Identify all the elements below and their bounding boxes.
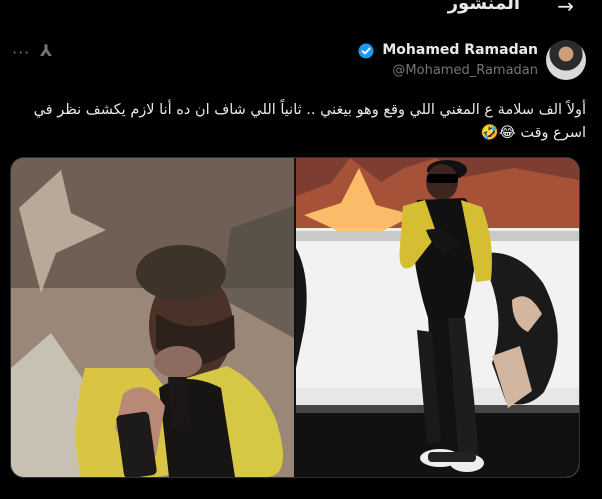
bottom-strip [0,488,602,499]
concert-photo-stage[interactable] [296,158,579,477]
post-text: أولاً الف سلامة ع المغني اللي وقع وهو بي… [33,102,586,141]
author-handle[interactable]: @Mohamed_Ramadan [392,63,538,78]
page-title: المنشور [447,0,520,14]
verified-badge-icon [358,43,374,59]
grok-icon[interactable]: ⅄ [40,41,52,60]
more-options-icon[interactable]: ··· [12,43,30,62]
media-grid[interactable] [10,157,580,478]
concert-photo-closeup[interactable] [11,158,294,477]
post-header: → المنشور [0,0,602,26]
back-arrow-icon[interactable]: → [557,0,574,18]
avatar[interactable] [546,40,586,80]
author-block[interactable]: Mohamed Ramadan @Mohamed_Ramadan [266,38,586,82]
author-name[interactable]: Mohamed Ramadan [382,42,538,58]
